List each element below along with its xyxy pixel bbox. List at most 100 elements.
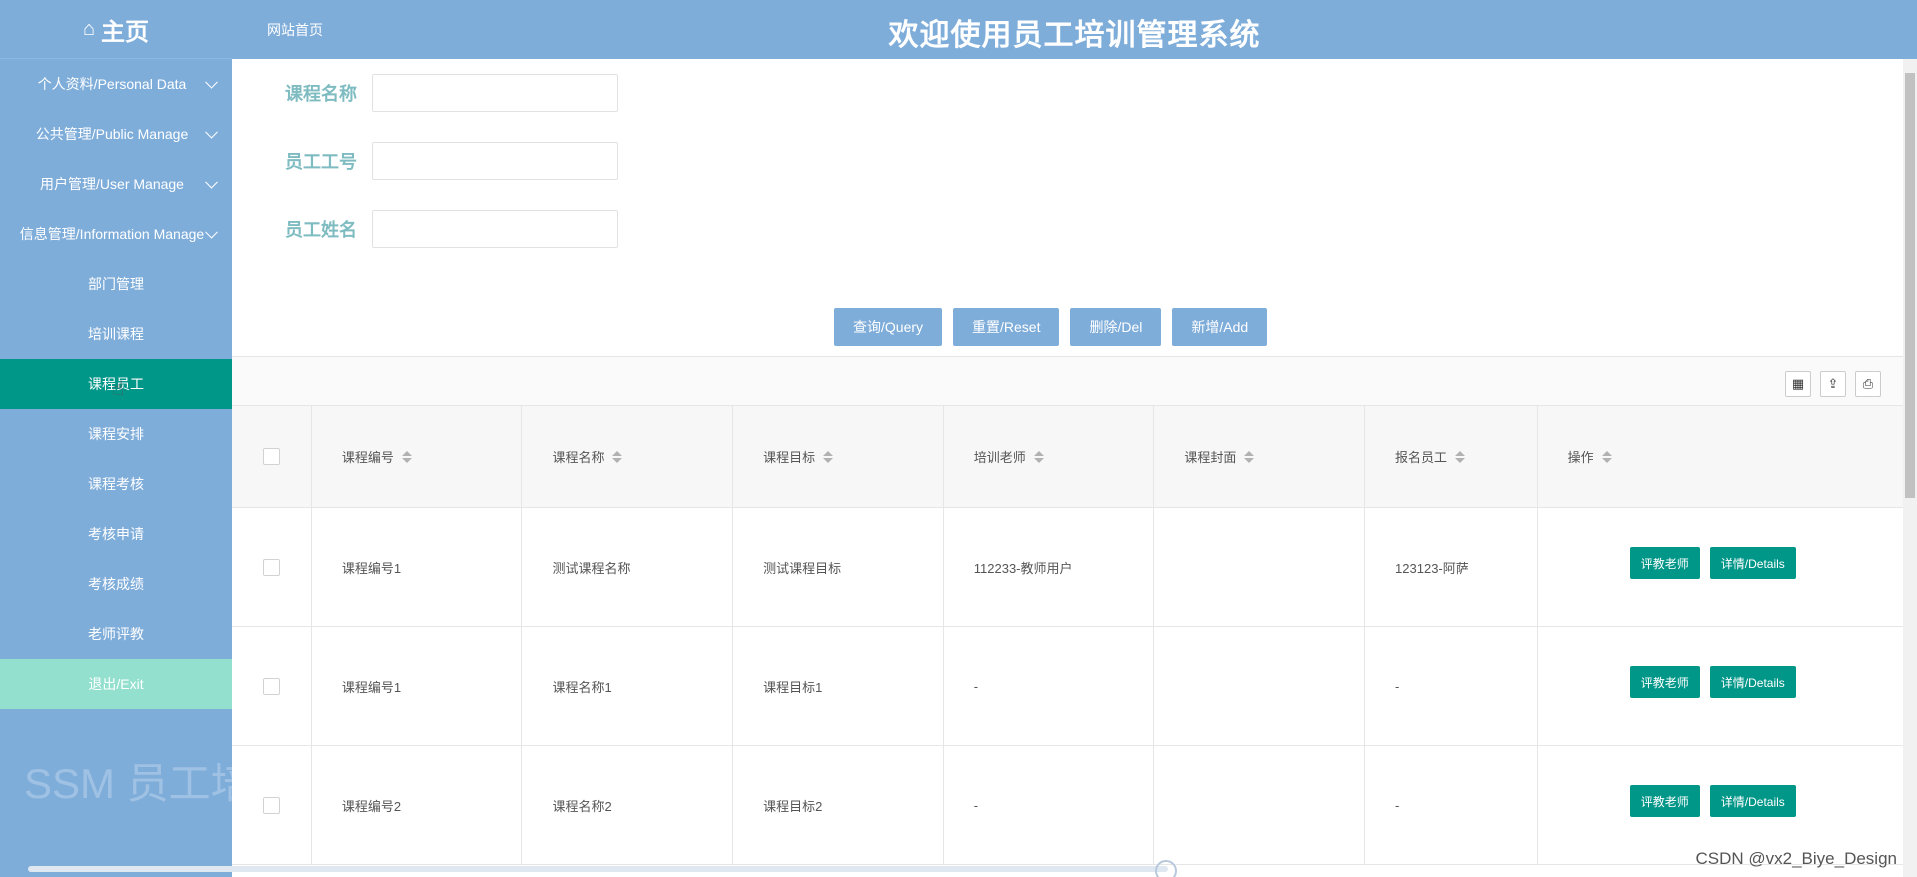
cell-enrolled-staff: 123123-阿萨 <box>1365 508 1538 626</box>
sidebar-item-course-schedule[interactable]: 课程安排 <box>0 409 232 459</box>
data-table: 课程编号 课程名称 课程目标 培训老师 课程封面 报名员工 操作 课程编号1 测… <box>232 406 1903 865</box>
sidebar-item-teacher-evaluation[interactable]: 老师评教 <box>0 609 232 659</box>
sort-icon[interactable] <box>612 450 623 463</box>
table-row: 课程编号1 测试课程名称 测试课程目标 112233-教师用户 123123-阿… <box>232 508 1903 627</box>
scroll-handle[interactable] <box>1155 860 1177 877</box>
cell-actions: 评教老师 详情/Details <box>1538 627 1903 745</box>
query-button[interactable]: 查询/Query <box>834 308 943 346</box>
cell-course-goal: 课程目标1 <box>733 627 944 745</box>
cell-actions: 评教老师 详情/Details <box>1538 746 1903 864</box>
sort-icon[interactable] <box>1244 450 1255 463</box>
sidebar-item-label: 个人资料/Personal Data <box>37 76 187 92</box>
cell-cover <box>1154 508 1366 626</box>
sidebar-item-assessment-score[interactable]: 考核成绩 <box>0 559 232 609</box>
column-label: 课程封面 <box>1184 450 1237 465</box>
cell-teacher: 112233-教师用户 <box>944 508 1155 626</box>
horizontal-scrollbar[interactable] <box>28 866 1168 872</box>
sidebar-item-label: 信息管理/Information Manage <box>19 226 205 242</box>
course-name-row: 课程名称 <box>285 74 618 112</box>
reset-button[interactable]: 重置/Reset <box>953 308 1060 346</box>
evaluate-teacher-button[interactable]: 评教老师 <box>1629 666 1700 698</box>
footer-watermark: CSDN @vx2_Biye_Design <box>1695 849 1897 868</box>
sidebar-item-label: 部门管理 <box>88 276 144 292</box>
row-checkbox[interactable] <box>262 558 280 576</box>
details-button[interactable]: 详情/Details <box>1709 785 1796 817</box>
cell-teacher: - <box>944 746 1155 864</box>
cell-cover <box>1154 627 1366 745</box>
staff-no-label: 员工工号 <box>285 152 357 172</box>
column-teacher[interactable]: 培训老师 <box>944 406 1155 507</box>
column-enrolled-staff[interactable]: 报名员工 <box>1365 406 1538 507</box>
evaluate-teacher-button[interactable]: 评教老师 <box>1629 547 1700 579</box>
sidebar-item-user-manage[interactable]: 用户管理/User Manage <box>0 159 232 209</box>
sidebar: ⌂ 主页 个人资料/Personal Data 公共管理/Public Mana… <box>0 0 232 877</box>
row-checkbox[interactable] <box>262 677 280 695</box>
staff-name-row: 员工姓名 <box>285 210 618 248</box>
watermark: SSM 员工培 <box>24 760 232 807</box>
columns-icon[interactable]: ▦ <box>1785 371 1811 397</box>
staff-name-input[interactable] <box>372 210 618 248</box>
staff-name-label: 员工姓名 <box>285 220 357 240</box>
chevron-down-icon <box>205 175 218 189</box>
column-label: 报名员工 <box>1394 450 1447 465</box>
print-icon[interactable]: ⎙ <box>1855 371 1881 397</box>
course-name-label: 课程名称 <box>285 84 357 104</box>
sidebar-item-course-assessment[interactable]: 课程考核 <box>0 459 232 509</box>
action-buttons: 查询/Query 重置/Reset 删除/Del 新增/Add <box>834 308 1278 346</box>
hand-cursor-icon: ☝ <box>112 378 125 400</box>
sidebar-item-label: 老师评教 <box>88 626 144 642</box>
row-checkbox[interactable] <box>262 796 280 814</box>
row-checkbox-cell <box>232 508 312 626</box>
sidebar-item-exit[interactable]: 退出/Exit <box>0 659 232 709</box>
sort-icon[interactable] <box>1601 450 1612 463</box>
brand-label: 主页 <box>101 18 150 46</box>
header-checkbox-cell <box>232 406 312 507</box>
page-title: 欢迎使用员工培训管理系统 <box>888 19 1261 52</box>
chevron-down-icon <box>205 225 218 239</box>
cell-course-name: 课程名称2 <box>522 746 734 864</box>
staff-no-input[interactable] <box>372 142 618 180</box>
sidebar-item-training-course[interactable]: 培训课程 <box>0 309 232 359</box>
chevron-down-icon <box>205 75 218 89</box>
sidebar-item-assessment-application[interactable]: 考核申请 <box>0 509 232 559</box>
row-checkbox-cell <box>232 627 312 745</box>
sidebar-item-label: 考核成绩 <box>88 576 144 592</box>
table-row: 课程编号2 课程名称2 课程目标2 - - 评教老师 详情/Details <box>232 746 1903 865</box>
select-all-checkbox[interactable] <box>262 448 280 465</box>
sort-icon[interactable] <box>823 450 834 463</box>
cell-course-name: 测试课程名称 <box>522 508 734 626</box>
sidebar-item-department[interactable]: 部门管理 <box>0 259 232 309</box>
details-button[interactable]: 详情/Details <box>1709 666 1796 698</box>
delete-button[interactable]: 删除/Del <box>1070 308 1162 346</box>
home-link[interactable]: ⌂ 主页 <box>0 0 232 59</box>
sidebar-item-information-manage[interactable]: 信息管理/Information Manage <box>0 209 232 259</box>
column-label: 课程目标 <box>763 450 816 465</box>
cell-enrolled-staff: - <box>1365 746 1538 864</box>
table-header: 课程编号 课程名称 课程目标 培训老师 课程封面 报名员工 操作 <box>232 406 1903 508</box>
column-actions[interactable]: 操作 <box>1538 406 1903 507</box>
add-button[interactable]: 新增/Add <box>1172 308 1268 346</box>
column-course-name[interactable]: 课程名称 <box>522 406 734 507</box>
evaluate-teacher-button[interactable]: 评教老师 <box>1629 785 1700 817</box>
vertical-scrollbar[interactable] <box>1903 59 1917 877</box>
sidebar-item-label: 公共管理/Public Manage <box>35 126 189 142</box>
table-row: 课程编号1 课程名称1 课程目标1 - - 评教老师 详情/Details <box>232 627 1903 746</box>
column-course-goal[interactable]: 课程目标 <box>733 406 944 507</box>
cell-enrolled-staff: - <box>1365 627 1538 745</box>
column-label: 操作 <box>1567 450 1594 465</box>
sidebar-item-label: 培训课程 <box>88 326 144 342</box>
chevron-down-icon <box>205 125 218 139</box>
column-label: 培训老师 <box>973 450 1026 465</box>
sort-icon[interactable] <box>1454 450 1465 463</box>
export-icon[interactable]: ⇪ <box>1820 371 1846 397</box>
sidebar-item-personal-data[interactable]: 个人资料/Personal Data <box>0 59 232 109</box>
sort-icon[interactable] <box>1033 450 1044 463</box>
column-cover[interactable]: 课程封面 <box>1154 406 1365 507</box>
sidebar-item-public-manage[interactable]: 公共管理/Public Manage <box>0 109 232 159</box>
table-toolbar: ▦ ⇪ ⎙ <box>232 356 1903 406</box>
course-name-input[interactable] <box>372 74 618 112</box>
column-course-no[interactable]: 课程编号 <box>312 406 523 507</box>
scrollbar-thumb[interactable] <box>1905 73 1915 498</box>
sort-icon[interactable] <box>401 450 412 463</box>
details-button[interactable]: 详情/Details <box>1709 547 1796 579</box>
